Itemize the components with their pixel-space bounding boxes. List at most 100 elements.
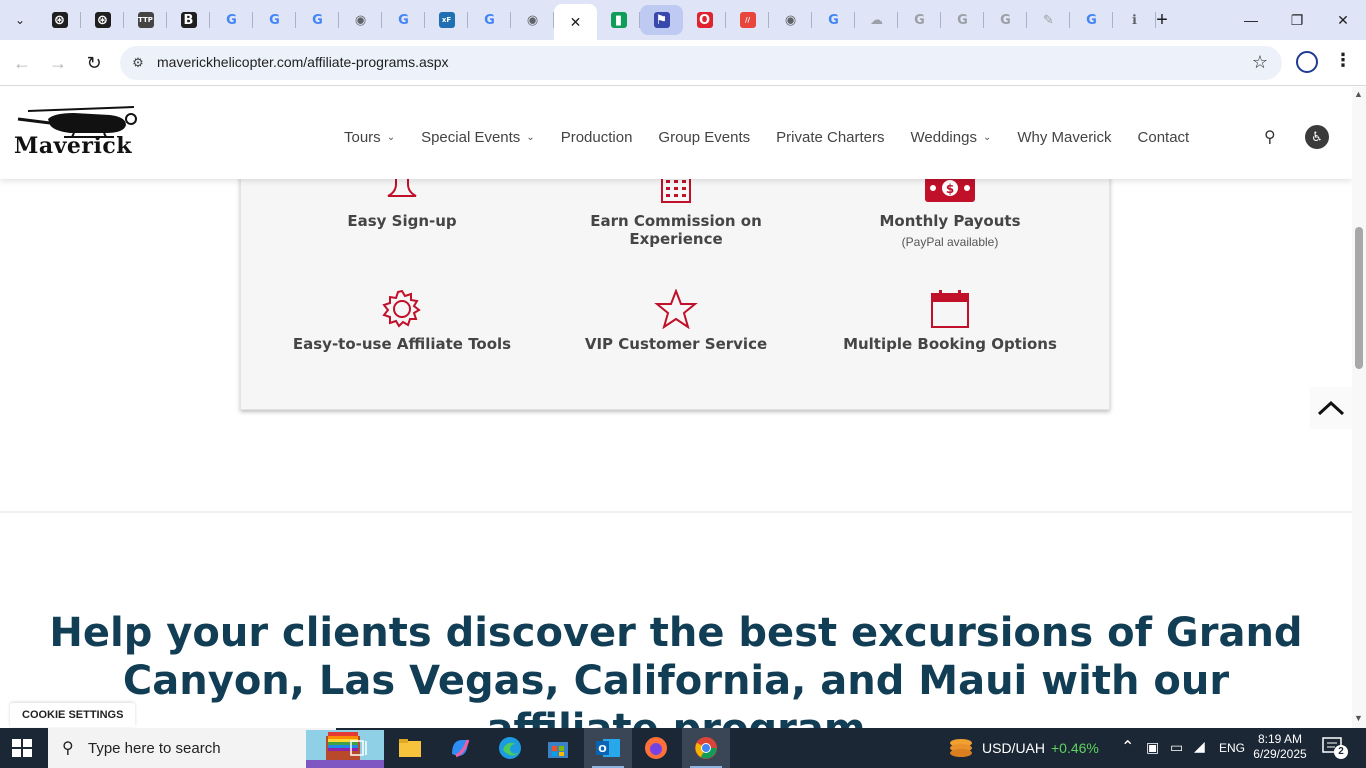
scroll-thumb[interactable] [1355,227,1363,369]
profile-avatar-icon[interactable] [1296,51,1318,73]
new-tab-button[interactable]: + [1150,8,1174,32]
scroll-up-arrow-icon[interactable]: ▲ [1354,89,1363,99]
google-icon: G [914,12,925,28]
wifi-icon[interactable]: ◢ [1194,738,1205,755]
nav-label: Why Maverick [1017,129,1112,146]
chevron-down-icon: ⌄ [526,132,535,143]
battery-icon[interactable]: ▭ [1170,739,1183,756]
browser-tab[interactable]: G [296,0,339,40]
taskbar-file-explorer[interactable] [386,728,434,768]
nav-label: Group Events [658,129,751,146]
browser-tab[interactable]: G [382,0,425,40]
restore-button[interactable]: ❐ [1274,0,1320,40]
site-info-icon[interactable]: ⚙ [128,53,148,73]
minimize-icon: — [1244,12,1258,28]
browser-tab[interactable]: ✎ [1027,0,1070,40]
currency-pair[interactable]: USD/UAH [982,740,1045,756]
chevron-down-icon: ⌄ [14,13,26,27]
nav-item-group-events[interactable]: Group Events [658,129,750,146]
feature-earn-commission: Earn Commission on Experience [541,167,811,248]
close-icon[interactable]: ✕ [570,14,582,31]
close-window-button[interactable]: ✕ [1320,0,1366,40]
browser-tab[interactable]: ▮ [597,0,640,40]
address-bar[interactable]: ⚙ maverickhelicopter.com/affiliate-progr… [120,46,1282,80]
browser-tab[interactable]: G [468,0,511,40]
taskbar-firefox[interactable] [632,728,680,768]
browser-menu-icon[interactable]: ⋮ [1334,50,1352,71]
meet-now-icon[interactable]: ▣ [1146,739,1159,756]
browser-tab[interactable]: xF [425,0,468,40]
chevron-up-icon[interactable]: ⌃ [1121,737,1134,757]
reload-icon: ↻ [86,52,102,73]
google-icon: G [1000,12,1011,28]
google-icon: G [269,12,280,28]
taskbar-copilot[interactable] [436,728,484,768]
nav-item-special-events[interactable]: Special Events ⌄ [421,129,535,146]
taskbar-search-box[interactable]: ⚲ Type here to search [48,728,384,768]
task-view-button[interactable] [336,728,384,768]
browser-tab[interactable]: ⊛ [38,0,81,40]
nav-item-production[interactable]: Production [561,129,633,146]
nav-item-contact[interactable]: Contact [1138,129,1190,146]
windows-start-icon[interactable] [12,739,32,757]
cookie-settings-button[interactable]: COOKIE SETTINGS [10,703,136,727]
currency-change: +0.46% [1051,740,1099,756]
google-icon: G [398,12,409,28]
taskbar-chrome[interactable] [682,728,730,768]
feature-title: Monthly Payouts [879,212,1021,230]
browser-tab[interactable]: G [984,0,1027,40]
browser-tab[interactable]: ◉ [339,0,382,40]
nav-label: Weddings [910,129,977,146]
browser-tab[interactable]: G [210,0,253,40]
browser-tab[interactable]: ⊛ [81,0,124,40]
language-indicator[interactable]: ENG [1219,741,1245,755]
taskbar-store[interactable] [534,728,582,768]
accessibility-icon[interactable]: ♿ [1305,125,1329,149]
nav-item-why-maverick[interactable]: Why Maverick [1017,129,1111,146]
section-divider [0,511,1352,513]
search-icon[interactable]: ⚲ [1264,127,1276,147]
feature-easy-signup: Easy Sign-up [267,170,537,230]
taskbar-search-placeholder: Type here to search [88,740,221,757]
page-scrollbar[interactable]: ▲ ▼ [1352,87,1366,728]
browser-tab[interactable]: G [1070,0,1113,40]
clock-time: 8:19 AM [1257,732,1303,746]
browser-tab[interactable]: ◉ [769,0,812,40]
tab-active[interactable]: ✕ [554,4,597,40]
tab-search-button[interactable]: ⌄ [6,6,34,34]
taskbar-outlook[interactable]: O [584,728,632,768]
folder-icon [399,739,421,757]
forward-button[interactable]: → [44,49,72,77]
browser-tab[interactable]: G [253,0,296,40]
scroll-to-top-button[interactable] [1310,387,1352,429]
browser-tab[interactable]: G [898,0,941,40]
chrome-icon [695,737,717,759]
notifications-button[interactable]: 2 [1322,737,1348,759]
opera-icon: O [696,12,713,28]
reload-button[interactable]: ↻ [80,49,108,77]
nav-item-private-charters[interactable]: Private Charters [776,129,884,146]
scroll-down-arrow-icon[interactable]: ▼ [1354,713,1363,723]
browser-tab[interactable]: O [683,0,726,40]
browser-tab[interactable]: // [726,0,769,40]
back-button[interactable]: ← [8,49,36,77]
tab-strip: ⌄ ⊛ ⊛ TTP B G G G ◉ GxF G ◉ ✕ ▮ ⚑ O // ◉ G ☁ G G G ✎ Gℹ + — ❐ ✕ [0,0,1366,40]
browser-tab[interactable]: TTP [124,0,167,40]
nav-item-tours[interactable]: Tours ⌄ [344,129,395,146]
url-text[interactable]: maverickhelicopter.com/affiliate-program… [157,54,449,70]
browser-tab[interactable]: ⚑ [640,5,683,35]
chart-icon: ▮ [610,12,627,28]
clock[interactable]: 8:19 AM 6/29/2025 [1252,732,1308,762]
currency-widget-icon[interactable] [948,737,974,759]
store-icon [548,742,568,758]
browser-tab[interactable]: G [941,0,984,40]
browser-tab[interactable]: ☁ [855,0,898,40]
taskbar-edge[interactable] [486,728,534,768]
minimize-button[interactable]: — [1228,0,1274,40]
nav-item-weddings[interactable]: Weddings ⌄ [911,129,992,146]
browser-tab[interactable]: G [812,0,855,40]
browser-tab[interactable]: ◉ [511,0,554,40]
maverick-logo[interactable]: Maverick [14,105,160,159]
browser-tab[interactable]: B [167,0,210,40]
bookmark-star-icon[interactable]: ☆ [1252,52,1268,73]
